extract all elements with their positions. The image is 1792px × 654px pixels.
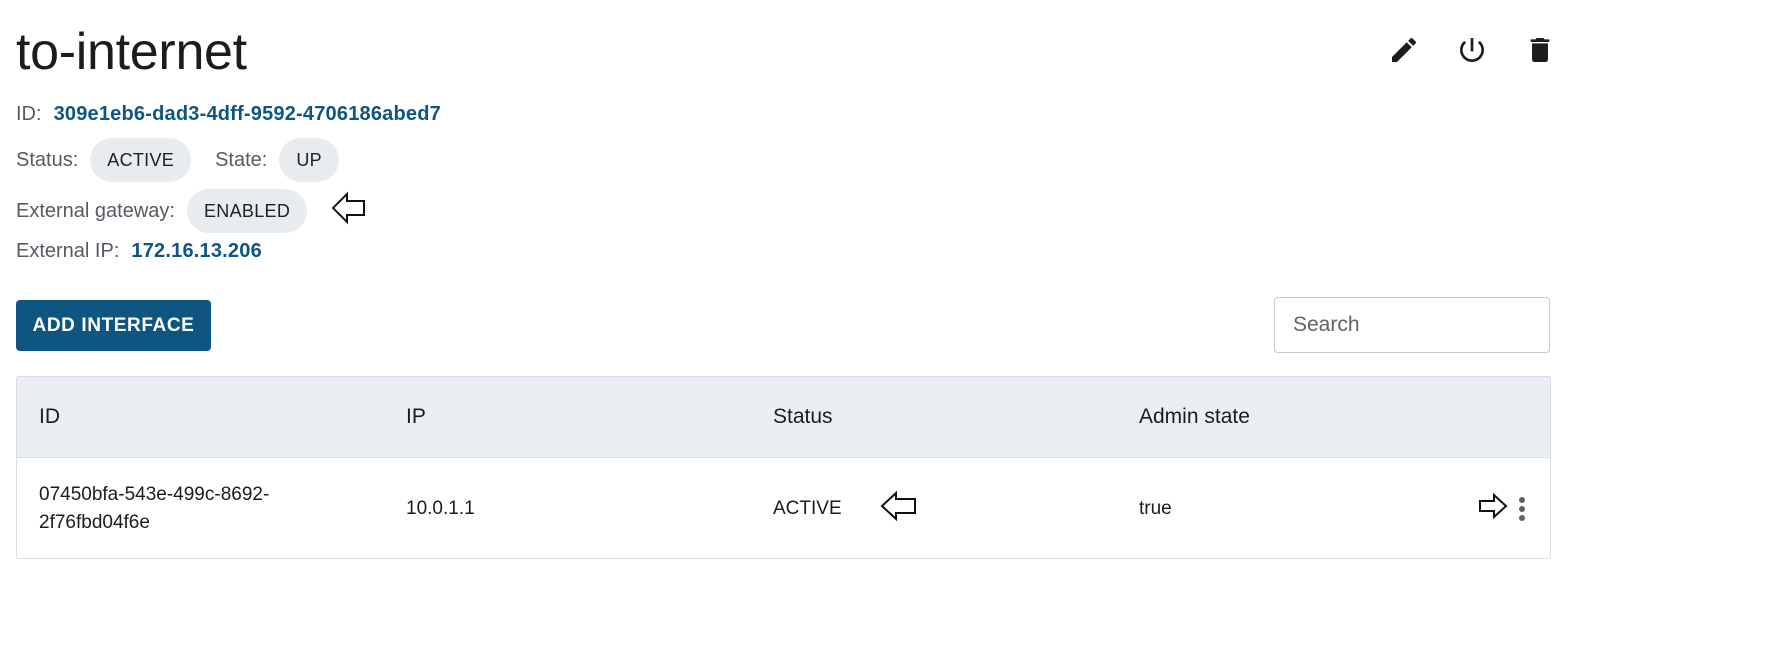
state-badge: UP xyxy=(279,138,339,182)
interfaces-table: ID IP Status Admin state 07450bfa-543e-4… xyxy=(16,376,1551,559)
interface-status-cell: ACTIVE xyxy=(773,490,918,528)
delete-button[interactable] xyxy=(1520,30,1560,70)
id-value: 309e1eb6-dad3-4dff-9592-4706186abed7 xyxy=(53,103,441,125)
edit-button[interactable] xyxy=(1384,30,1424,70)
page-title: to-internet xyxy=(16,23,247,81)
search-input[interactable] xyxy=(1274,297,1550,353)
add-interface-button[interactable]: ADD INTERFACE xyxy=(16,300,211,351)
interface-ip-cell: 10.0.1.1 xyxy=(406,497,475,519)
status-label: Status: xyxy=(16,148,79,171)
gateway-label: External gateway: xyxy=(16,199,175,222)
interface-id-cell: 07450bfa-543e-499c-8692- 2f76fbd04f6e xyxy=(39,481,269,537)
column-header-id[interactable]: ID xyxy=(39,405,60,429)
interface-admin-state-cell: true xyxy=(1139,497,1172,519)
column-header-ip[interactable]: IP xyxy=(406,405,426,429)
table-row[interactable]: 07450bfa-543e-499c-8692- 2f76fbd04f6e 10… xyxy=(17,458,1550,558)
router-detail-page: to-internet ID: 309e1eb6-dad3-4dff-9592-… xyxy=(0,0,1792,654)
power-button[interactable] xyxy=(1452,30,1492,70)
interface-status-text: ACTIVE xyxy=(773,497,842,519)
row-actions xyxy=(1478,491,1532,527)
column-header-admin-state[interactable]: Admin state xyxy=(1139,405,1250,429)
state-label: State: xyxy=(215,148,268,171)
id-label: ID: xyxy=(16,103,42,125)
power-icon xyxy=(1460,38,1484,62)
table-header: ID IP Status Admin state xyxy=(17,377,1550,458)
more-options-icon[interactable] xyxy=(1512,494,1532,524)
id-row: ID: 309e1eb6-dad3-4dff-9592-4706186abed7 xyxy=(16,103,441,126)
arrow-left-icon xyxy=(331,190,367,232)
column-header-status[interactable]: Status xyxy=(773,405,833,429)
toolbar xyxy=(1384,30,1560,70)
status-row: Status: ACTIVE State: UP xyxy=(16,138,339,182)
interface-id-line-1: 07450bfa-543e-499c-8692- xyxy=(39,483,270,505)
arrow-left-icon xyxy=(880,490,918,528)
external-ip-label: External IP: xyxy=(16,240,120,262)
arrow-right-icon xyxy=(1478,491,1508,527)
trash-icon xyxy=(1530,38,1550,62)
interface-id-line-2: 2f76fbd04f6e xyxy=(39,511,150,533)
pencil-icon xyxy=(1392,37,1417,62)
external-ip-row: External IP: 172.16.13.206 xyxy=(16,240,262,263)
external-ip-value: 172.16.13.206 xyxy=(131,240,262,262)
gateway-row: External gateway: ENABLED xyxy=(16,189,367,233)
gateway-badge: ENABLED xyxy=(186,189,308,233)
status-badge: ACTIVE xyxy=(90,138,192,182)
